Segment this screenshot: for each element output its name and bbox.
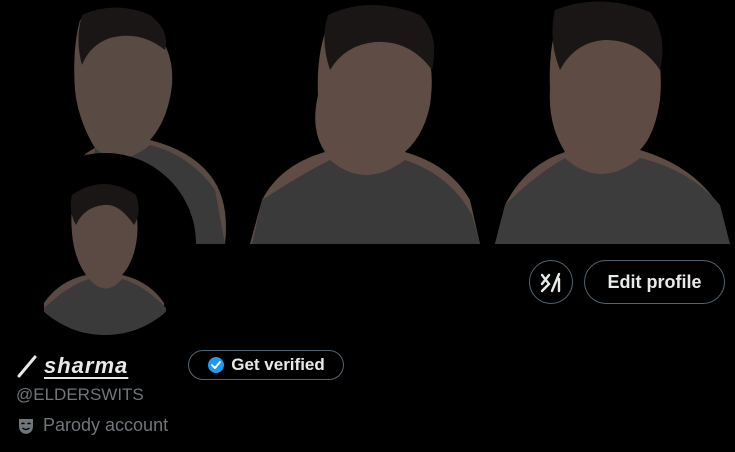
edit-profile-label: Edit profile xyxy=(607,271,702,292)
slash-glyph-icon xyxy=(17,355,37,378)
get-verified-button[interactable]: Get verified xyxy=(188,350,344,380)
parody-label-text: Parody account xyxy=(43,415,169,435)
display-name-row: sharma xyxy=(16,350,128,382)
mask-icon xyxy=(19,418,33,434)
edit-profile-button[interactable]: Edit profile xyxy=(584,260,725,304)
user-handle: @ELDERSWITS xyxy=(16,385,144,404)
profile-avatar[interactable] xyxy=(14,153,196,335)
avatar-image xyxy=(14,153,196,335)
grok-button[interactable] xyxy=(529,260,573,304)
get-verified-label: Get verified xyxy=(231,355,325,374)
verified-badge-icon xyxy=(208,357,225,373)
grok-icon xyxy=(540,272,561,293)
parody-label: Parody account xyxy=(17,415,168,436)
display-name: sharma xyxy=(44,353,129,378)
